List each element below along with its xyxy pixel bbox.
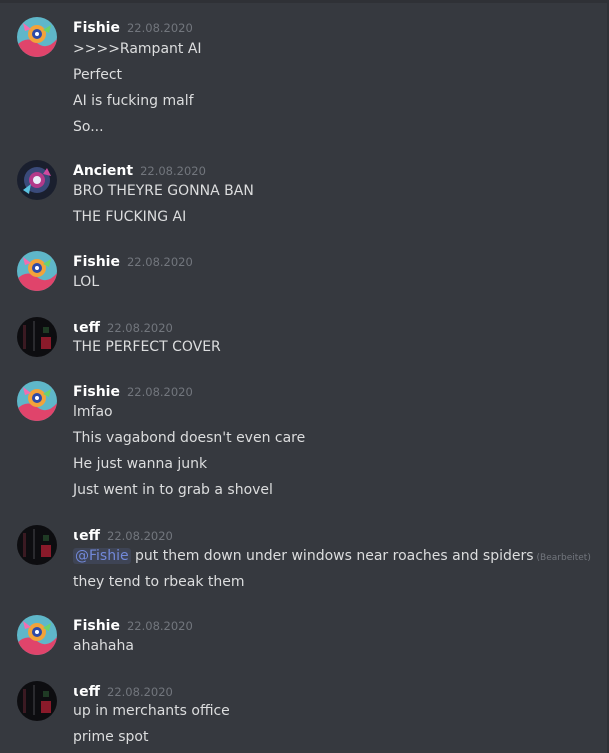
avatar[interactable] [17,160,57,200]
timestamp: 22.08.2020 [140,164,206,178]
message-text-content: put them down under windows near roaches… [130,548,534,564]
username[interactable]: ɩeff [73,528,100,544]
message-text: THE PERFECT COVER [73,339,221,355]
username[interactable]: Ancient [73,163,133,179]
message-header: ɩeff 22.08.2020 [73,317,173,336]
message-header: Ancient 22.08.2020 [73,160,206,179]
user-mention[interactable]: @Fishie [73,548,131,564]
jeff-avatar-icon [17,681,57,721]
fishie-avatar-icon [17,251,57,291]
message-text: This vagabond doesn't even care [73,430,306,446]
message-text: BRO THEYRE GONNA BAN [73,183,254,199]
fishie-avatar-icon [17,615,57,655]
message-header: Fishie 22.08.2020 [73,17,193,36]
message-text: up in merchants office [73,703,230,719]
jeff-avatar-icon [17,525,57,565]
avatar[interactable] [17,681,57,721]
timestamp: 22.08.2020 [107,321,173,335]
message-text: Just went in to grab a shovel [73,482,273,498]
message-header: Fishie 22.08.2020 [73,615,193,634]
message-text: >>>>Rampant AI [73,41,202,57]
fishie-avatar-icon [17,17,57,57]
username[interactable]: ɩeff [73,320,100,336]
timestamp: 22.08.2020 [126,255,193,269]
message-text: prime spot [73,729,149,745]
timestamp: 22.08.2020 [126,21,193,35]
message-header: Fishie 22.08.2020 [73,381,193,400]
username[interactable]: Fishie [73,20,120,36]
message-text: LOL [73,274,100,290]
message-text: Perfect [73,67,123,83]
avatar[interactable] [17,525,57,565]
timestamp: 22.08.2020 [107,685,173,699]
message-text: they tend to rbeak them [73,574,245,590]
avatar[interactable] [17,251,57,291]
edited-label: (Bearbeitet) [536,553,591,563]
jeff-avatar-icon [17,317,57,357]
timestamp: 22.08.2020 [126,619,193,633]
message-text: THE FUCKING AI [73,209,187,225]
message-header: Fishie 22.08.2020 [73,251,193,270]
username[interactable]: Fishie [73,254,120,270]
fishie-avatar-icon [17,381,57,421]
timestamp: 22.08.2020 [107,529,173,543]
message-header: ɩeff 22.08.2020 [73,525,173,544]
message-text: He just wanna junk [73,456,208,472]
message-text: So... [73,119,104,135]
username[interactable]: Fishie [73,618,120,634]
avatar[interactable] [17,17,57,57]
message-text: @Fishie put them down under windows near… [73,547,591,567]
message-text: lmfao [73,404,113,420]
username[interactable]: ɩeff [73,684,100,700]
avatar[interactable] [17,615,57,655]
message-text: ahahaha [73,638,134,654]
avatar[interactable] [17,381,57,421]
ancient-avatar-icon [17,160,57,200]
chat-message-list: Fishie 22.08.2020 >>>>Rampant AI Perfect … [0,0,607,753]
timestamp: 22.08.2020 [126,385,193,399]
username[interactable]: Fishie [73,384,120,400]
avatar[interactable] [17,317,57,357]
message-header: ɩeff 22.08.2020 [73,681,173,700]
message-text: AI is fucking malf [73,93,194,109]
